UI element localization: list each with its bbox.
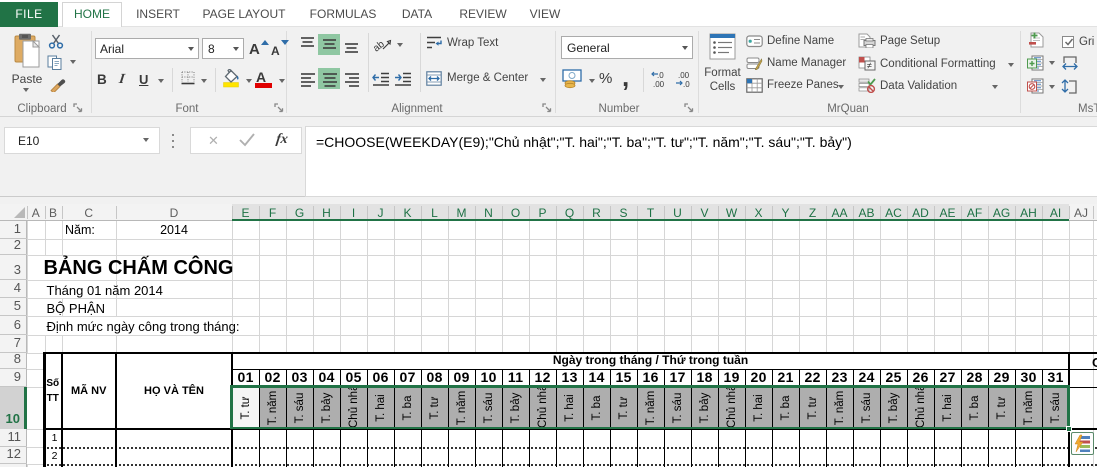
svg-text:≠: ≠ <box>867 61 872 71</box>
svg-text:.00: .00 <box>678 71 690 80</box>
svg-text:ab: ab <box>374 39 387 53</box>
svg-text:.00: .00 <box>653 80 665 88</box>
svg-text:.0: .0 <box>657 71 664 80</box>
svg-text:.0: .0 <box>683 80 690 88</box>
